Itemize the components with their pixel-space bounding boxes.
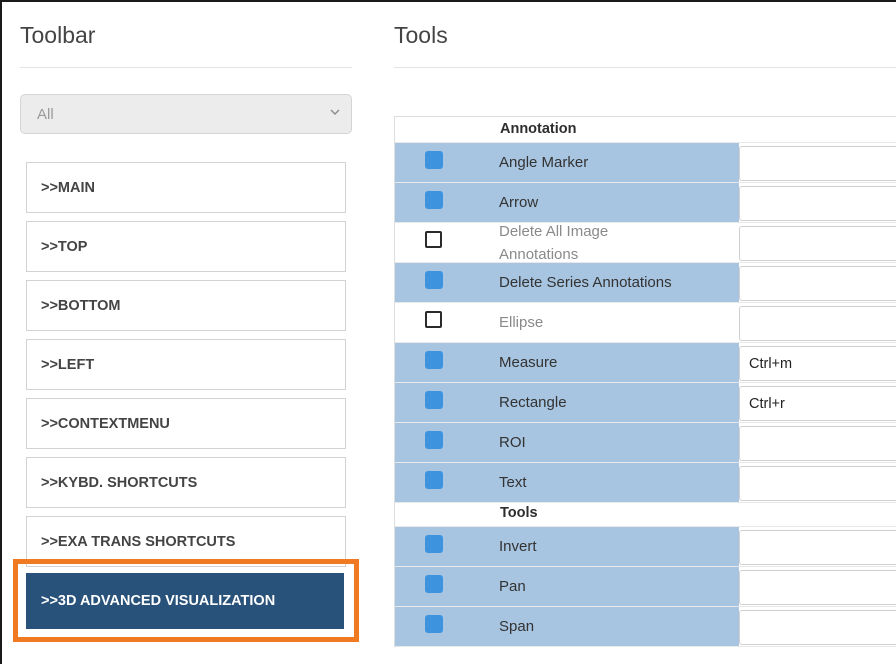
shortcut-input[interactable] [739, 306, 896, 341]
tool-label: Invert [472, 527, 739, 566]
table-row: ROI [395, 423, 896, 463]
toolbar-filter-select[interactable]: All [20, 94, 352, 134]
shortcut-input[interactable] [739, 146, 896, 181]
tools-table: Annotation Angle Marker Arrow Delete All… [394, 116, 896, 647]
section-heading-annotation: Annotation [500, 121, 577, 137]
tool-label: ROI [472, 423, 739, 462]
checkbox-invert[interactable] [424, 534, 443, 553]
table-row: Delete All Image Annotations [395, 223, 896, 263]
shortcut-input[interactable] [739, 530, 896, 565]
shortcut-input[interactable]: Ctrl+m [739, 346, 896, 381]
toolbar-item-top[interactable]: >>TOP [26, 221, 346, 272]
checkbox-angle-marker[interactable] [424, 150, 443, 169]
tool-label: Angle Marker [472, 143, 739, 182]
tool-label: Delete Series Annotations [472, 263, 739, 302]
table-row: Span [395, 607, 896, 647]
tool-label: Text [472, 463, 739, 502]
tool-label: Pan [472, 567, 739, 606]
shortcut-input[interactable] [739, 186, 896, 221]
table-row: Ellipse [395, 303, 896, 343]
tool-label: Span [472, 607, 739, 646]
tool-label: Delete All Image Annotations [499, 222, 609, 263]
checkbox-delete-series-annotations[interactable] [424, 270, 443, 289]
checkbox-pan[interactable] [424, 574, 443, 593]
table-row: Delete Series Annotations [395, 263, 896, 303]
toolbar-panel: Toolbar All [20, 22, 352, 134]
section-heading: Tools [395, 503, 896, 527]
checkbox-measure[interactable] [424, 350, 443, 369]
table-row: Measure Ctrl+m [395, 343, 896, 383]
toolbar-filter-value: All [37, 106, 54, 123]
toolbar-item-kybd-shortcuts[interactable]: >>KYBD. SHORTCUTS [26, 457, 346, 508]
checkbox-arrow[interactable] [424, 190, 443, 209]
table-row: Pan [395, 567, 896, 607]
checkbox-rectangle[interactable] [424, 390, 443, 409]
shortcut-input[interactable] [739, 570, 896, 605]
shortcut-input[interactable] [739, 610, 896, 645]
table-row: Arrow [395, 183, 896, 223]
toolbar-list: >>MAIN >>TOP >>BOTTOM >>LEFT >>CONTEXTME… [26, 162, 346, 575]
table-row: Rectangle Ctrl+r [395, 383, 896, 423]
checkbox-delete-all-image-annotations[interactable] [425, 231, 442, 248]
toolbar-item-left[interactable]: >>LEFT [26, 339, 346, 390]
tools-title: Tools [394, 22, 896, 68]
table-row: Text [395, 463, 896, 503]
toolbar-item-main[interactable]: >>MAIN [26, 162, 346, 213]
toolbar-title: Toolbar [20, 22, 352, 68]
shortcut-input[interactable] [739, 226, 896, 261]
tool-label: Measure [472, 343, 739, 382]
section-heading-tools: Tools [500, 505, 538, 521]
checkbox-ellipse[interactable] [425, 311, 442, 328]
table-row: Invert [395, 527, 896, 567]
tool-label: Arrow [472, 183, 739, 222]
shortcut-input[interactable] [739, 266, 896, 301]
checkbox-text[interactable] [424, 470, 443, 489]
toolbar-item-bottom[interactable]: >>BOTTOM [26, 280, 346, 331]
section-heading: Annotation [395, 117, 896, 143]
shortcut-input[interactable]: Ctrl+r [739, 386, 896, 421]
tool-label: Rectangle [472, 383, 739, 422]
toolbar-item-contextmenu[interactable]: >>CONTEXTMENU [26, 398, 346, 449]
table-row: Angle Marker [395, 143, 896, 183]
toolbar-item-3d-advanced-visualization[interactable]: >>3D ADVANCED VISUALIZATION [26, 573, 344, 629]
tools-panel: Tools [394, 22, 896, 68]
checkbox-span[interactable] [424, 614, 443, 633]
shortcut-input[interactable] [739, 466, 896, 501]
shortcut-input[interactable] [739, 426, 896, 461]
checkbox-roi[interactable] [424, 430, 443, 449]
tool-label: Ellipse [499, 314, 544, 331]
chevron-down-icon [330, 109, 340, 115]
